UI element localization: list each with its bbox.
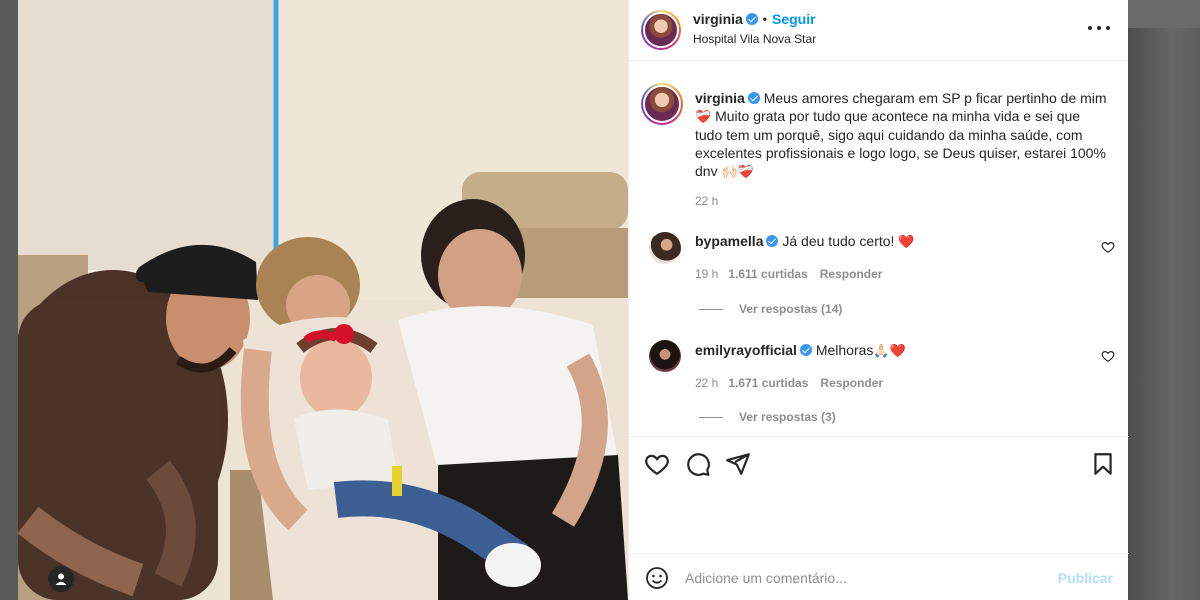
author-avatar[interactable] bbox=[641, 10, 681, 50]
view-replies-button[interactable]: Ver respostas (3) bbox=[699, 410, 836, 424]
user-tag-icon bbox=[55, 573, 67, 585]
more-options-button[interactable] bbox=[1088, 18, 1110, 38]
commenter-avatar[interactable] bbox=[649, 340, 681, 372]
comment-icon[interactable] bbox=[685, 451, 711, 477]
comment-time: 22 h bbox=[695, 376, 719, 390]
verified-icon bbox=[799, 344, 812, 356]
comment-meta: 22 h 1.671 curtidas Responder bbox=[695, 376, 883, 390]
reply-button[interactable]: Responder bbox=[820, 376, 883, 390]
caption-text-rest: Muito grata por tudo que acontece na min… bbox=[695, 108, 1106, 179]
comments-section: virginia Meus amores chegaram em SP p fi… bbox=[629, 61, 1129, 436]
send-icon[interactable] bbox=[725, 451, 751, 477]
caption-username[interactable]: virginia bbox=[695, 90, 745, 106]
reply-button[interactable]: Responder bbox=[820, 267, 883, 281]
post-details-panel: virginia • Seguir Hospital Vila Nova Star … bbox=[628, 0, 1129, 600]
comment-line: bypamella Já deu tudo certo! ❤️ bbox=[695, 233, 915, 250]
comment-username[interactable]: emilyrayofficial bbox=[695, 342, 797, 358]
comment-like-icon[interactable] bbox=[1101, 240, 1115, 254]
verified-icon bbox=[766, 235, 779, 247]
view-replies-label: Ver respostas (3) bbox=[739, 410, 836, 424]
smiley-icon[interactable] bbox=[645, 566, 669, 590]
follow-button[interactable]: Seguir bbox=[772, 11, 816, 27]
post-image bbox=[18, 0, 628, 600]
modal-backdrop-left bbox=[0, 0, 18, 600]
view-replies-button[interactable]: Ver respostas (14) bbox=[699, 302, 842, 316]
view-replies-label: Ver respostas (14) bbox=[739, 302, 843, 316]
caption-avatar[interactable] bbox=[641, 83, 683, 125]
publish-button[interactable]: Publicar bbox=[1058, 570, 1113, 586]
comment-likes[interactable]: 1.671 curtidas bbox=[728, 376, 808, 390]
commenter-avatar[interactable] bbox=[649, 232, 681, 264]
more-dots-icon bbox=[1088, 26, 1092, 30]
comment-meta: 19 h 1.611 curtidas Responder bbox=[695, 267, 882, 281]
comment-like-icon[interactable] bbox=[1101, 349, 1115, 363]
comment-composer: Publicar bbox=[629, 553, 1129, 600]
comment-time: 19 h bbox=[695, 267, 719, 281]
comment-emoji: 🙏🏻❤️ bbox=[873, 343, 906, 358]
post-location[interactable]: Hospital Vila Nova Star bbox=[693, 32, 816, 46]
comment-likes[interactable]: 1.611 curtidas bbox=[728, 267, 807, 281]
caption-text: Meus amores chegaram em SP p ficar perti… bbox=[763, 90, 1107, 106]
caption-timestamp: 22 h bbox=[695, 194, 719, 208]
post-caption: virginia Meus amores chegaram em SP p fi… bbox=[695, 89, 1107, 181]
caption-emoji: ❤️‍🩹 bbox=[695, 109, 712, 124]
user-tag-button[interactable] bbox=[48, 566, 74, 592]
heart-icon[interactable] bbox=[644, 451, 670, 477]
comment-input[interactable] bbox=[685, 566, 1045, 590]
post-header: virginia • Seguir Hospital Vila Nova Star bbox=[629, 0, 1128, 61]
verified-icon bbox=[747, 92, 760, 104]
caption-emoji-end: 🙌🏻❤️‍🩹 bbox=[721, 164, 754, 179]
comment-text: Melhoras bbox=[815, 342, 874, 358]
post-actions-bar bbox=[629, 436, 1129, 490]
modal-backdrop-right bbox=[1128, 0, 1200, 600]
bookmark-icon[interactable] bbox=[1090, 451, 1116, 477]
post-photo[interactable] bbox=[18, 0, 628, 600]
author-line: virginia • Seguir bbox=[693, 11, 816, 27]
separator-dot: • bbox=[762, 12, 767, 26]
comment-text: Já deu tudo certo! bbox=[782, 233, 895, 249]
comment-username[interactable]: bypamella bbox=[695, 233, 763, 249]
comment-line: emilyrayofficial Melhoras🙏🏻❤️ bbox=[695, 342, 906, 359]
author-username[interactable]: virginia bbox=[693, 11, 743, 27]
verified-icon bbox=[745, 13, 758, 25]
comment-emoji: ❤️ bbox=[898, 234, 915, 249]
